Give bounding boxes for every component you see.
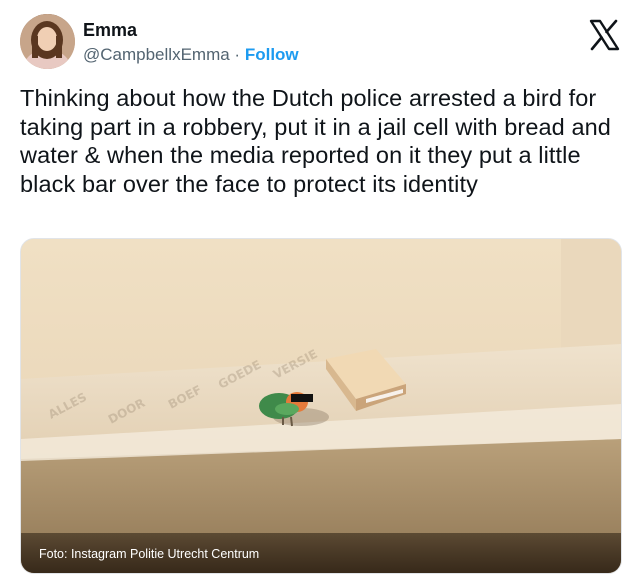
tweet-text: Thinking about how the Dutch police arre… — [20, 85, 611, 197]
photo-caption: Foto: Instagram Politie Utrecht Centrum — [39, 547, 260, 561]
author-handle[interactable]: @CampbellxEmma — [83, 45, 230, 64]
author-handle-line: @CampbellxEmma · Follow — [83, 45, 299, 65]
tweet-media[interactable]: ALLES DOOR BOEF GOEDE VERSIE Foto: Insta… — [20, 238, 622, 574]
media-photo: ALLES DOOR BOEF GOEDE VERSIE — [21, 239, 621, 573]
x-logo-icon[interactable] — [587, 18, 621, 52]
author-name[interactable]: Emma — [83, 20, 137, 41]
follow-button[interactable]: Follow — [245, 45, 299, 64]
avatar-image — [20, 14, 75, 69]
separator-dot: · — [234, 45, 241, 64]
avatar[interactable] — [20, 14, 75, 69]
tweet-header: Emma @CampbellxEmma · Follow — [20, 12, 620, 72]
